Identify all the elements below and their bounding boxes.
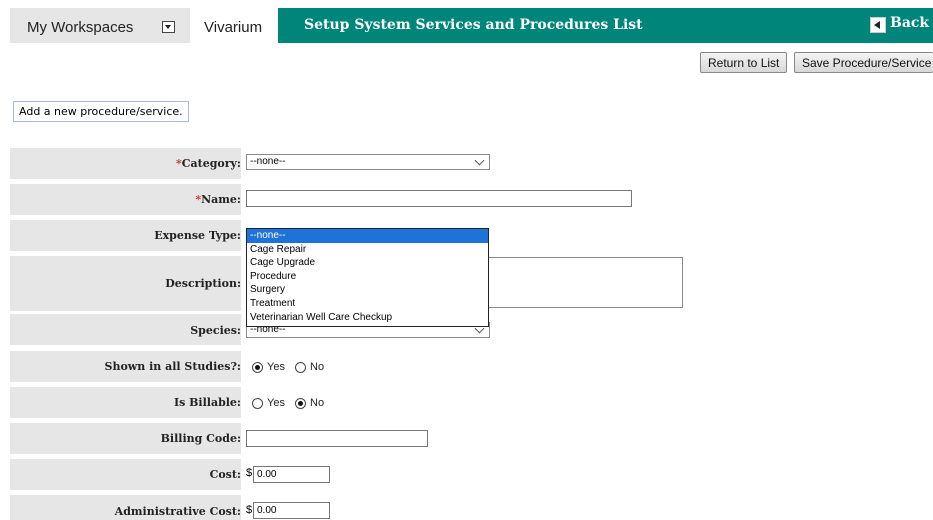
dropdown-box-icon[interactable] [162, 21, 175, 33]
back-label: Back [890, 15, 930, 31]
radio-unchecked-icon[interactable] [295, 361, 307, 373]
billable-no-label: No [310, 397, 325, 409]
expense-type-label: Expense Type: [154, 229, 241, 242]
dropdown-option[interactable]: Treatment [247, 297, 488, 311]
admin-cost-row: Administrative Cost: $ [10, 495, 933, 520]
my-workspaces-menu[interactable]: My Workspaces [10, 8, 190, 43]
dropdown-option[interactable]: --none-- [247, 229, 488, 243]
cost-label-cell: Cost: [10, 459, 241, 490]
expense-type-label-cell: Expense Type: [10, 220, 241, 251]
species-label-cell: Species: [10, 314, 241, 345]
billing-code-label-cell: Billing Code: [10, 423, 241, 454]
is-billable-row: Is Billable: Yes No [10, 387, 933, 418]
shown-label-cell: Shown in all Studies?: [10, 351, 241, 382]
radio-checked-icon[interactable] [252, 361, 263, 373]
dropdown-option[interactable]: Procedure [247, 270, 488, 284]
page-title-bar: Setup System Services and Procedures Lis… [278, 8, 933, 43]
admin-cost-currency: $ [246, 504, 253, 516]
page-title: Setup System Services and Procedures Lis… [304, 17, 643, 33]
tab-vivarium-label: Vivarium [204, 19, 263, 36]
return-to-list-button[interactable]: Return to List [700, 52, 788, 73]
billable-yes-option[interactable]: Yes [252, 397, 285, 409]
top-bar: My Workspaces Vivarium Setup System Serv… [0, 0, 933, 43]
dropdown-option[interactable]: Cage Upgrade [247, 256, 488, 270]
cost-row: Cost: $ [10, 459, 933, 490]
category-label: Category: [181, 157, 241, 170]
shown-label: Shown in all Studies?: [104, 360, 242, 373]
shown-no-option[interactable]: No [295, 361, 324, 373]
dropdown-option[interactable]: Surgery [247, 283, 488, 297]
billable-yes-label: Yes [267, 397, 285, 409]
shown-no-label: No [310, 361, 325, 373]
description-label-cell: Description: [10, 256, 241, 311]
admin-cost-label-cell: Administrative Cost: [10, 495, 241, 520]
radio-checked-icon[interactable] [295, 397, 307, 409]
cost-label: Cost: [209, 468, 241, 481]
billing-code-row: Billing Code: [10, 423, 933, 454]
name-label: Name: [201, 193, 241, 206]
billable-radio-group: Yes No [252, 397, 331, 409]
info-note: Add a new procedure/service. [13, 101, 189, 122]
cost-currency: $ [246, 467, 253, 479]
dropdown-option[interactable]: Cage Repair [247, 243, 488, 257]
category-value: --none-- [250, 156, 286, 167]
description-label: Description: [165, 277, 241, 290]
billable-label-cell: Is Billable: [10, 387, 241, 418]
billing-code-label: Billing Code: [160, 432, 241, 445]
shown-yes-label: Yes [267, 361, 285, 373]
expense-type-dropdown-list[interactable]: --none-- Cage Repair Cage Upgrade Proced… [246, 228, 489, 327]
category-select[interactable]: --none-- [246, 154, 490, 170]
billable-label: Is Billable: [173, 396, 241, 409]
back-arrow-icon [870, 17, 886, 33]
chevron-down-icon [474, 155, 485, 166]
save-procedure-button[interactable]: Save Procedure/Service [794, 52, 933, 73]
dropdown-option[interactable]: Veterinarian Well Care Checkup [247, 311, 488, 325]
billing-code-input[interactable] [246, 430, 428, 447]
species-label: Species: [190, 324, 241, 337]
my-workspaces-label: My Workspaces [27, 19, 134, 36]
admin-cost-label: Administrative Cost: [114, 505, 241, 518]
description-textarea[interactable] [488, 257, 683, 308]
cost-input[interactable]: 0.00 [253, 466, 330, 483]
admin-cost-input[interactable]: 0.00 [253, 502, 330, 519]
name-label-cell: *Name: [10, 184, 241, 215]
shown-yes-option[interactable]: Yes [252, 361, 285, 373]
billable-no-option[interactable]: No [295, 397, 324, 409]
shown-radio-group: Yes No [252, 361, 331, 373]
category-label-cell: *Category: [10, 148, 241, 179]
tab-vivarium[interactable]: Vivarium [190, 8, 278, 43]
name-input[interactable] [246, 190, 632, 207]
radio-unchecked-icon[interactable] [252, 397, 263, 409]
shown-in-all-studies-row: Shown in all Studies?: Yes No [10, 351, 933, 382]
